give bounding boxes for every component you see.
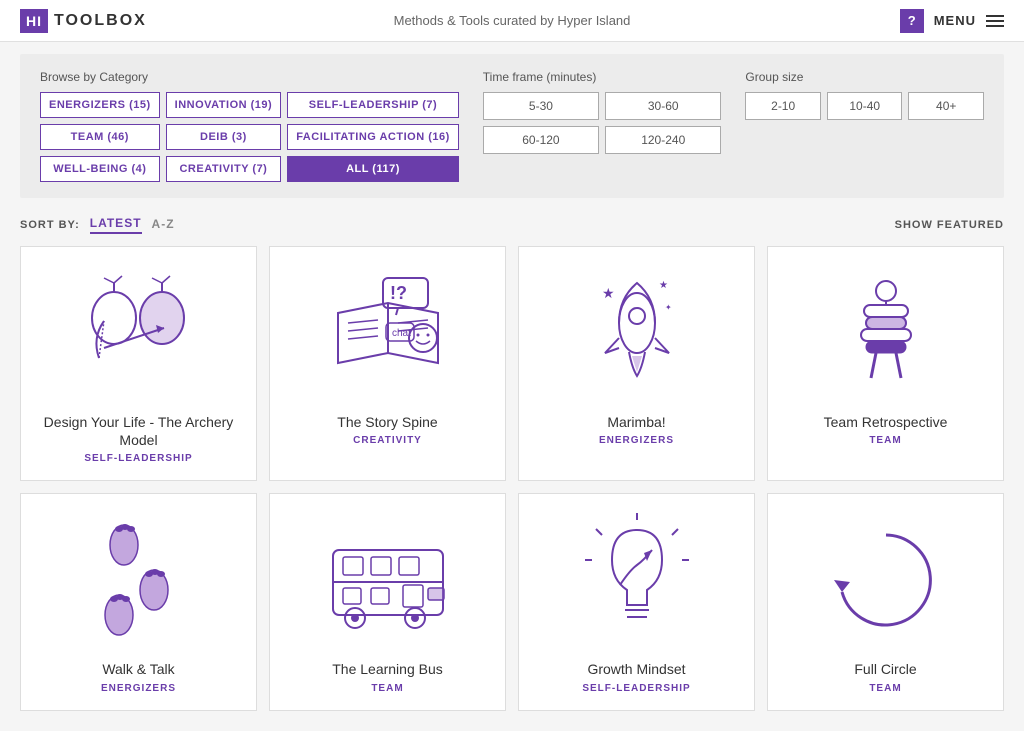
cat-btn-creativity[interactable]: CREATIVITY (7) bbox=[166, 156, 282, 182]
cat-btn-all[interactable]: ALL (117) bbox=[287, 156, 459, 182]
time-btn-60-120[interactable]: 60-120 bbox=[483, 126, 599, 154]
time-btn-5-30[interactable]: 5-30 bbox=[483, 92, 599, 120]
card-category-0: SELF-LEADERSHIP bbox=[84, 453, 192, 464]
card-title-1: The Story Spine bbox=[337, 413, 437, 431]
card-title-0: Design Your Life - The Archery Model bbox=[37, 413, 240, 449]
card-1[interactable]: !? chat The Story Spine CREATIVITY bbox=[269, 246, 506, 481]
group-btn-40plus[interactable]: 40+ bbox=[908, 92, 984, 120]
sort-bar: SORT BY: LATEST A-Z SHOW FEATURED bbox=[0, 210, 1024, 240]
card-icon-7 bbox=[784, 510, 987, 650]
card-category-6: SELF-LEADERSHIP bbox=[582, 683, 690, 694]
time-btn-120-240[interactable]: 120-240 bbox=[605, 126, 721, 154]
card-6[interactable]: Growth Mindset SELF-LEADERSHIP bbox=[518, 493, 755, 710]
group-btn-2-10[interactable]: 2-10 bbox=[745, 92, 821, 120]
svg-text:!?: !? bbox=[390, 283, 407, 303]
cat-btn-self-leadership[interactable]: SELF-LEADERSHIP (7) bbox=[287, 92, 459, 118]
logo-hi: HI bbox=[20, 9, 48, 33]
card-category-3: TEAM bbox=[869, 435, 901, 446]
category-grid: ENERGIZERS (15)INNOVATION (19)SELF-LEADE… bbox=[40, 92, 459, 182]
help-button[interactable]: ? bbox=[900, 9, 924, 33]
card-icon-1: !? chat bbox=[286, 263, 489, 403]
cat-btn-team[interactable]: TEAM (46) bbox=[40, 124, 160, 150]
sort-label: SORT BY: bbox=[20, 219, 80, 231]
cat-btn-well-being[interactable]: WELL-BEING (4) bbox=[40, 156, 160, 182]
card-category-7: TEAM bbox=[869, 683, 901, 694]
card-category-4: ENERGIZERS bbox=[101, 683, 176, 694]
card-category-2: ENERGIZERS bbox=[599, 435, 674, 446]
category-section: Browse by Category ENERGIZERS (15)INNOVA… bbox=[40, 70, 459, 182]
browse-label: Browse by Category bbox=[40, 70, 459, 84]
card-title-7: Full Circle bbox=[854, 660, 916, 678]
card-grid: Design Your Life - The Archery Model SEL… bbox=[0, 246, 1024, 731]
svg-text:★: ★ bbox=[602, 285, 615, 301]
timeframe-section: Time frame (minutes) 5-3030-6060-120120-… bbox=[483, 70, 722, 154]
card-title-4: Walk & Talk bbox=[102, 660, 174, 678]
card-icon-3 bbox=[784, 263, 987, 403]
menu-label[interactable]: MENU bbox=[934, 13, 976, 28]
sort-latest[interactable]: LATEST bbox=[90, 216, 142, 234]
time-btn-30-60[interactable]: 30-60 bbox=[605, 92, 721, 120]
header-right: ? MENU bbox=[900, 9, 1004, 33]
cat-btn-energizers[interactable]: ENERGIZERS (15) bbox=[40, 92, 160, 118]
card-icon-2: ★ ★ ✦ bbox=[535, 263, 738, 403]
sort-az[interactable]: A-Z bbox=[152, 217, 175, 233]
group-btn-10-40[interactable]: 10-40 bbox=[827, 92, 903, 120]
logo-area: HI TOOLBOX bbox=[20, 9, 147, 33]
groupsize-section: Group size 2-1010-4040+ bbox=[745, 70, 984, 120]
timeframe-label: Time frame (minutes) bbox=[483, 70, 722, 84]
card-title-3: Team Retrospective bbox=[824, 413, 948, 431]
hamburger-icon[interactable] bbox=[986, 15, 1004, 27]
card-icon-0 bbox=[37, 263, 240, 403]
logo-text: TOOLBOX bbox=[54, 12, 147, 30]
filter-row: Browse by Category ENERGIZERS (15)INNOVA… bbox=[40, 70, 984, 182]
card-title-2: Marimba! bbox=[607, 413, 665, 431]
card-2[interactable]: ★ ★ ✦ Marimba! ENERGIZERS bbox=[518, 246, 755, 481]
card-7[interactable]: Full Circle TEAM bbox=[767, 493, 1004, 710]
svg-text:✦: ✦ bbox=[665, 303, 672, 312]
card-4[interactable]: Walk & Talk ENERGIZERS bbox=[20, 493, 257, 710]
card-3[interactable]: Team Retrospective TEAM bbox=[767, 246, 1004, 481]
time-grid: 5-3030-6060-120120-240 bbox=[483, 92, 722, 154]
card-title-5: The Learning Bus bbox=[332, 660, 443, 678]
card-icon-6 bbox=[535, 510, 738, 650]
groupsize-label: Group size bbox=[745, 70, 984, 84]
header: HI TOOLBOX Methods & Tools curated by Hy… bbox=[0, 0, 1024, 42]
card-category-1: CREATIVITY bbox=[353, 435, 422, 446]
sort-left: SORT BY: LATEST A-Z bbox=[20, 216, 175, 234]
svg-text:★: ★ bbox=[659, 280, 668, 291]
card-category-5: TEAM bbox=[371, 683, 403, 694]
cat-btn-deib[interactable]: DEIB (3) bbox=[166, 124, 282, 150]
card-5[interactable]: The Learning Bus TEAM bbox=[269, 493, 506, 710]
card-title-6: Growth Mindset bbox=[587, 660, 685, 678]
cat-btn-facilitating-action[interactable]: FACILITATING ACTION (16) bbox=[287, 124, 459, 150]
filter-panel: Browse by Category ENERGIZERS (15)INNOVA… bbox=[20, 54, 1004, 198]
svg-text:chat: chat bbox=[392, 328, 411, 339]
header-subtitle: Methods & Tools curated by Hyper Island bbox=[394, 13, 631, 28]
cat-btn-innovation[interactable]: INNOVATION (19) bbox=[166, 92, 282, 118]
card-0[interactable]: Design Your Life - The Archery Model SEL… bbox=[20, 246, 257, 481]
card-icon-5 bbox=[286, 510, 489, 650]
group-grid: 2-1010-4040+ bbox=[745, 92, 984, 120]
card-icon-4 bbox=[37, 510, 240, 650]
show-featured-button[interactable]: SHOW FEATURED bbox=[895, 219, 1004, 231]
